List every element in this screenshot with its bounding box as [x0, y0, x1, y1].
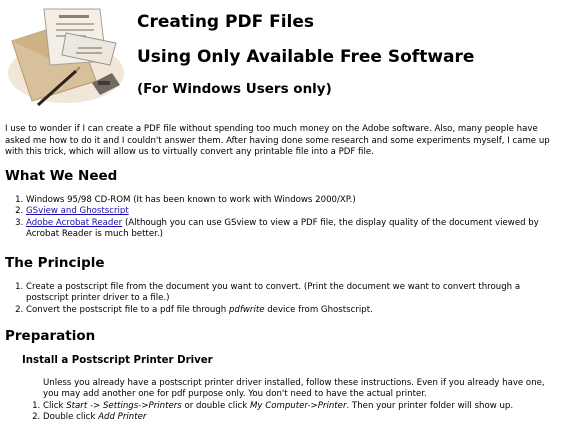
- heading-what-we-need: What We Need: [5, 168, 118, 184]
- page-header: Creating PDF Files Using Only Available …: [0, 0, 565, 115]
- settings-printers-path: Start -> Settings->Printers: [66, 401, 182, 411]
- list-item: Convert the postscript file to a pdf fil…: [26, 305, 561, 316]
- step2-text-a: Double click: [43, 412, 99, 423]
- subheading-install-driver: Install a Postscript Printer Driver: [22, 355, 213, 366]
- page-title: Creating PDF Files: [137, 12, 315, 32]
- envelope-documents-image: [4, 3, 124, 108]
- audience-note: (For Windows Users only): [137, 81, 332, 97]
- list-item: Create a postscript file from the docume…: [26, 282, 561, 305]
- pdfwrite-term: pdfwrite: [228, 304, 265, 315]
- principle-step-2-b: device from Ghostscript.: [264, 304, 373, 315]
- preparation-paragraph: Unless you already have a postscript pri…: [43, 378, 545, 400]
- acrobat-reader-link[interactable]: Adobe Acrobat Reader: [26, 218, 122, 228]
- step1-text-a: Click: [43, 401, 67, 411]
- heading-principle: The Principle: [5, 255, 105, 271]
- principle-step-2-a: Convert the postscript file to a pdf fil…: [26, 304, 229, 315]
- list-item: Click Start -> Settings->Printers or dou…: [43, 401, 563, 412]
- my-computer-printer-path: My Computer->Printer: [249, 401, 347, 411]
- install-steps-list: Click Start -> Settings->Printers or dou…: [26, 401, 563, 424]
- intro-paragraph: I use to wonder if I can create a PDF fi…: [5, 124, 550, 157]
- list-item: GSview and Ghostscript: [26, 206, 561, 217]
- step1-text-e: . Then your printer folder will show up.: [346, 401, 514, 411]
- principle-list: Create a postscript file from the docume…: [9, 282, 561, 316]
- page-subtitle: Using Only Available Free Software: [137, 47, 475, 67]
- add-printer-term: Add Printer: [98, 412, 147, 423]
- gsview-ghostscript-link[interactable]: GSview and Ghostscript: [26, 206, 129, 216]
- step1-text-c: or double click: [181, 401, 250, 411]
- heading-preparation: Preparation: [5, 328, 96, 344]
- list-item: Adobe Acrobat Reader (Although you can u…: [26, 218, 561, 241]
- list-item: Windows 95/98 CD-ROM (It has been known …: [26, 195, 561, 206]
- list-item: Double click Add Printer: [43, 412, 563, 423]
- need-list: Windows 95/98 CD-ROM (It has been known …: [9, 195, 561, 241]
- principle-step-1: Create a postscript file from the docume…: [26, 282, 521, 304]
- need-item-windows: Windows 95/98 CD-ROM (It has been known …: [26, 195, 356, 205]
